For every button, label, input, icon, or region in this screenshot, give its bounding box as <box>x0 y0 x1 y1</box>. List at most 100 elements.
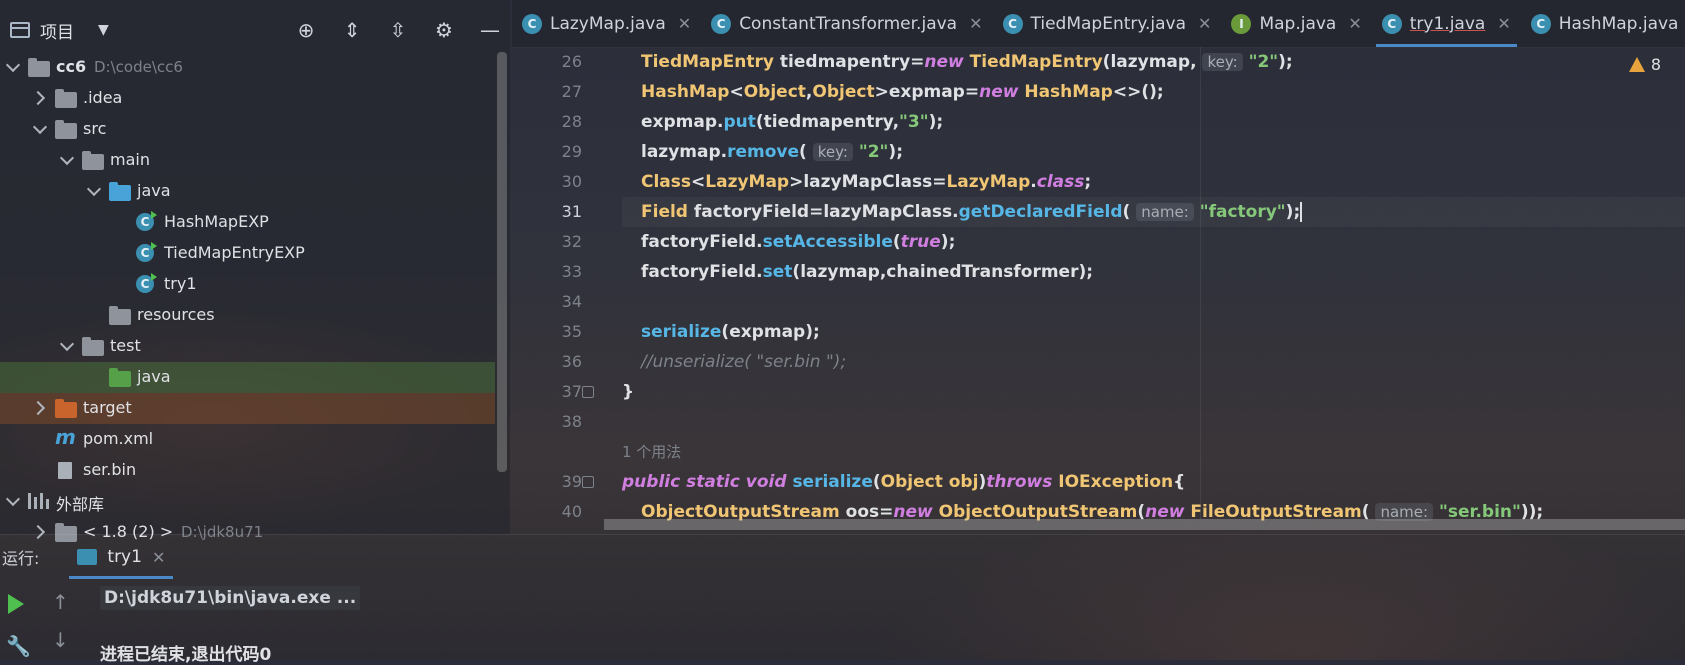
code-line[interactable] <box>622 287 1685 317</box>
line-number: 37 <box>561 382 582 401</box>
chevron-down-icon[interactable]: ▼ <box>98 22 109 38</box>
code-line[interactable]: //unserialize( "ser.bin "); <box>622 347 1685 377</box>
close-icon[interactable]: ✕ <box>152 548 165 567</box>
code-line[interactable]: serialize(expmap); <box>622 317 1685 347</box>
code-area[interactable]: TiedMapEntry tiedmapentry=new TiedMapEnt… <box>622 47 1685 521</box>
run-tab-try1[interactable]: try1 ✕ <box>69 535 174 579</box>
minimize-icon[interactable]: — <box>478 18 502 42</box>
run-console[interactable]: D:\jdk8u71\bin\java.exe ... 进程已结束,退出代码0 <box>100 578 1685 665</box>
line-number: 26 <box>561 52 582 71</box>
line-number: 36 <box>561 352 582 371</box>
fold-marker-icon[interactable] <box>582 386 594 398</box>
tree-item[interactable]: ser.bin <box>0 455 495 486</box>
line-number: 33 <box>561 262 582 281</box>
tree-item[interactable]: .idea <box>0 83 495 114</box>
run-tab-label: try1 <box>107 547 142 567</box>
project-toolbar: 项目 ▼ ⊕ ⇕ ⇳ ⚙ — <box>0 0 510 60</box>
tab-lazymap-java[interactable]: C LazyMap.java ✕ <box>512 0 701 47</box>
tree-item-label: cc6 <box>56 57 87 76</box>
tab-constanttransformer-java[interactable]: C ConstantTransformer.java ✕ <box>701 0 992 47</box>
fold-marker-icon[interactable] <box>582 476 594 488</box>
code-line[interactable]: } <box>622 377 1685 407</box>
code-line[interactable]: factoryField.setAccessible(true); <box>622 227 1685 257</box>
gear-icon[interactable]: ⚙ <box>432 18 456 42</box>
line-number: 34 <box>561 292 582 311</box>
tree-item[interactable]: C HashMapEXP <box>0 207 495 238</box>
java-class-icon: C <box>136 242 157 262</box>
tree-item[interactable]: C TiedMapEntryEXP <box>0 238 495 269</box>
chevron-down-icon[interactable] <box>87 184 99 196</box>
tab-try1-java[interactable]: Ctry1.java ✕ <box>1372 0 1521 47</box>
project-panel: 项目 ▼ ⊕ ⇕ ⇳ ⚙ — cc6 D:\code\cc6 .idea src mai… <box>0 0 510 542</box>
arrow-up-icon[interactable]: ↑ <box>52 590 69 614</box>
maven-icon: m <box>55 425 76 449</box>
line-number: 29 <box>561 142 582 161</box>
close-icon[interactable]: ✕ <box>969 14 982 33</box>
editor-horizontal-scrollbar[interactable] <box>604 519 1685 530</box>
line-number: 27 <box>561 82 582 101</box>
chevron-down-icon[interactable] <box>33 122 45 134</box>
tree-item[interactable]: Ctry1 <box>0 269 495 300</box>
tree-item[interactable]: 外部库 <box>0 486 495 517</box>
tree-item[interactable]: src <box>0 114 495 145</box>
folder-icon <box>82 337 104 356</box>
chevron-down-icon[interactable] <box>60 153 72 165</box>
folder-icon <box>55 399 77 418</box>
code-line[interactable]: Field factoryField=lazyMapClass.getDecla… <box>622 197 1685 227</box>
usage-hint[interactable]: 1 个用法 <box>622 437 1685 467</box>
tree-item[interactable]: java <box>0 362 495 393</box>
chevron-right-icon[interactable] <box>33 91 45 103</box>
line-number: 40 <box>561 502 582 521</box>
code-line[interactable] <box>622 407 1685 437</box>
code-line[interactable]: factoryField.set(lazymap,chainedTransfor… <box>622 257 1685 287</box>
code-line[interactable]: expmap.put(tiedmapentry,"3"); <box>622 107 1685 137</box>
arrow-down-icon[interactable]: ↓ <box>52 628 69 652</box>
run-toolbar: ↑ ↓ 🔧 <box>0 578 80 660</box>
tree-item[interactable]: target <box>0 393 495 424</box>
tab-tiedmapentry-java[interactable]: C TiedMapEntry.java ✕ <box>993 0 1222 47</box>
collapse-all-icon[interactable]: ⇳ <box>386 18 410 42</box>
close-icon[interactable]: ✕ <box>1348 14 1361 33</box>
tree-item-label: main <box>110 150 150 169</box>
module-icon <box>28 58 50 77</box>
close-icon[interactable]: ✕ <box>1497 14 1510 33</box>
code-line[interactable]: ObjectOutputStream oos=new ObjectOutputS… <box>622 497 1685 521</box>
tab-hashmap-java[interactable]: CHashMap.java✕ <box>1521 0 1685 47</box>
tab-label: LazyMap.java <box>550 13 666 34</box>
line-number: 38 <box>561 412 582 431</box>
chevron-down-icon[interactable] <box>6 60 18 72</box>
code-line[interactable]: HashMap<Object,Object>expmap=new HashMap… <box>622 77 1685 107</box>
tab-label: ConstantTransformer.java <box>739 13 958 34</box>
code-editor[interactable]: 26 27 28 29 30 31 32 33 34 35 36 37 38 39 40 TiedMapEn… <box>512 47 1685 521</box>
project-panel-title[interactable]: 项目 <box>40 18 74 43</box>
chevron-right-icon[interactable] <box>33 401 45 413</box>
rerun-icon[interactable] <box>8 594 24 614</box>
close-icon[interactable]: ✕ <box>678 14 691 33</box>
tree-item[interactable]: resources <box>0 300 495 331</box>
tab-label: TiedMapEntry.java <box>1030 13 1187 34</box>
code-line[interactable]: TiedMapEntry tiedmapentry=new TiedMapEnt… <box>622 47 1685 77</box>
tree-item[interactable]: test <box>0 331 495 362</box>
code-line[interactable]: Class<LazyMap>lazyMapClass=LazyMap.class… <box>622 167 1685 197</box>
file-icon <box>58 462 72 479</box>
tree-item[interactable]: java <box>0 176 495 207</box>
close-icon[interactable]: ✕ <box>1198 14 1211 33</box>
expand-all-icon[interactable]: ⇕ <box>340 18 364 42</box>
chevron-down-icon[interactable] <box>6 494 18 506</box>
tab-map-java[interactable]: I Map.java ✕ <box>1221 0 1371 47</box>
folder-icon <box>109 306 131 325</box>
locate-icon[interactable]: ⊕ <box>294 18 318 42</box>
tree-scrollbar[interactable] <box>497 52 507 472</box>
tree-item[interactable]: m pom.xml <box>0 424 495 455</box>
wrench-icon[interactable]: 🔧 <box>6 634 31 658</box>
tree-item-label: target <box>83 398 132 417</box>
warning-indicator[interactable]: 8 <box>1628 55 1661 74</box>
console-command[interactable]: D:\jdk8u71\bin\java.exe ... <box>100 586 361 610</box>
code-line[interactable]: lazymap.remove( key: "2"); <box>622 137 1685 167</box>
code-line[interactable]: public static void serialize(Object obj)… <box>622 467 1685 497</box>
tree-item[interactable]: cc6 D:\code\cc6 <box>0 52 495 83</box>
text-caret <box>1300 202 1303 222</box>
warning-icon <box>1628 57 1645 72</box>
chevron-down-icon[interactable] <box>60 339 72 351</box>
tree-item[interactable]: main <box>0 145 495 176</box>
